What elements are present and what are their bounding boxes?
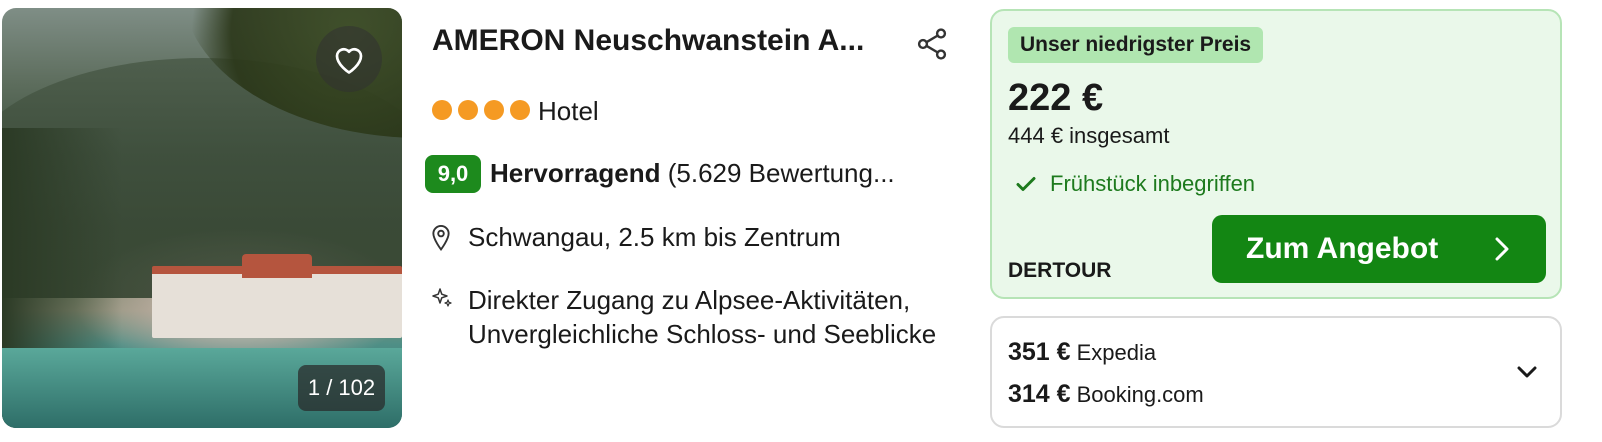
sparkle-icon xyxy=(432,288,452,307)
location-pin-icon xyxy=(432,224,450,252)
other-offer-provider: Booking.com xyxy=(1076,382,1204,407)
chevron-down-icon xyxy=(1517,366,1537,378)
breakfast-info: Frühstück inbegriffen xyxy=(1016,171,1255,197)
photo-hotel-building xyxy=(152,254,402,338)
check-icon xyxy=(1016,177,1036,191)
chevron-right-icon xyxy=(1495,237,1509,261)
highlight-line: Unvergleichliche Schloss- und Seeblicke xyxy=(468,319,937,349)
star-rating xyxy=(432,100,530,120)
location-text[interactable]: Schwangau, 2.5 km bis Zentrum xyxy=(468,222,841,253)
share-icon xyxy=(917,28,947,60)
photo-counter: 1 / 102 xyxy=(298,365,385,411)
view-deal-button[interactable]: Zum Angebot xyxy=(1212,215,1546,283)
heart-icon xyxy=(335,47,363,74)
main-offer-card: Unser niedrigster Preis 222 € 444 € insg… xyxy=(990,9,1562,299)
other-offer-price: 351 € xyxy=(1008,338,1071,366)
highlight-line: Direkter Zugang zu Alpsee-Aktivitäten, xyxy=(468,285,911,315)
star-dot xyxy=(458,100,478,120)
star-dot xyxy=(432,100,452,120)
other-offer-price: 314 € xyxy=(1008,380,1071,408)
lowest-price-badge: Unser niedrigster Preis xyxy=(1008,27,1264,63)
star-dot xyxy=(484,100,504,120)
view-deal-label: Zum Angebot xyxy=(1246,232,1439,265)
hotel-name[interactable]: AMERON Neuschwanstein A... xyxy=(432,24,864,58)
share-button[interactable] xyxy=(914,26,950,62)
other-offer-row: 314 € Booking.com xyxy=(1008,380,1204,409)
other-offer-row: 351 € Expedia xyxy=(1008,338,1156,367)
property-type: Hotel xyxy=(538,96,599,126)
other-offers-dropdown[interactable]: 351 € Expedia 314 € Booking.com xyxy=(990,316,1562,428)
offer-price: 222 € xyxy=(1008,77,1104,119)
breakfast-label: Frühstück inbegriffen xyxy=(1050,171,1256,196)
other-offer-provider: Expedia xyxy=(1076,340,1157,365)
rating-score-badge: 9,0 xyxy=(425,155,481,193)
rating-summary[interactable]: Hervorragend (5.629 Bewertung... xyxy=(490,158,895,189)
highlights: Direkter Zugang zu Alpsee-Aktivitäten, U… xyxy=(468,283,936,351)
review-count: (5.629 Bewertung... xyxy=(667,158,895,188)
offer-total: 444 € insgesamt xyxy=(1008,123,1170,148)
rating-label: Hervorragend xyxy=(490,158,661,188)
offer-provider: DERTOUR xyxy=(1008,259,1112,282)
star-dot xyxy=(510,100,530,120)
favorite-button[interactable] xyxy=(316,26,382,92)
